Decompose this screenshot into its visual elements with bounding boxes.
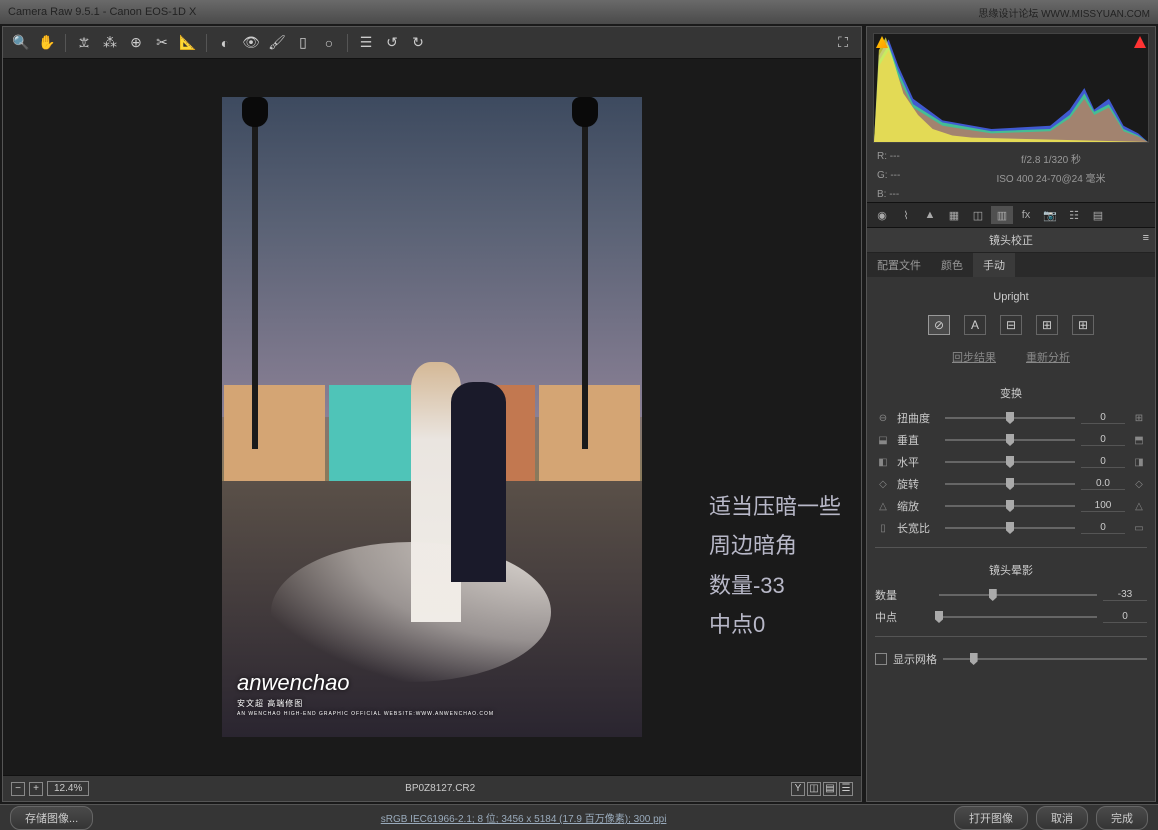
rotate-cw-icon[interactable]: ↻ (406, 31, 430, 55)
upright-level-button[interactable]: ⊟ (1000, 315, 1022, 335)
sub-tabs: 配置文件 颜色 手动 (867, 253, 1155, 277)
zoom-out-button[interactable]: − (11, 782, 25, 796)
compare-before-icon[interactable]: ▤ (823, 782, 837, 796)
zoom-value[interactable]: 12.4% (47, 781, 89, 796)
toolbar: 🔍 ✋ 𖠊 ⁂ ⊕ ✂ 📐 ◐ 👁 🖌 ▯ ○ ☰ ↺ ↻ ⛶ (3, 27, 861, 59)
white-balance-icon[interactable]: 𖠊 (72, 31, 96, 55)
vertical-slider[interactable]: ⬓ 垂直 0 ⬒ (875, 429, 1147, 451)
upright-off-button[interactable]: ⊘ (928, 315, 950, 335)
horizontal-slider[interactable]: ◧ 水平 0 ◨ (875, 451, 1147, 473)
exposure-info: f/2.8 1/320 秒 (957, 151, 1145, 166)
panel-content: Upright ⊘ A ⊟ ⊞ ⊞ 回步结果 重新分析 变换 ⊖ 扭曲度 0 ⊞ (867, 277, 1155, 801)
compare-y-icon[interactable]: Y (791, 782, 805, 796)
redeye-icon[interactable]: 👁 (239, 31, 263, 55)
scale-min-icon: △ (875, 499, 891, 513)
rotate-min-icon: ◇ (875, 477, 891, 491)
show-grid-label: 显示网格 (893, 651, 937, 667)
compare-split-icon[interactable]: ◫ (807, 782, 821, 796)
distortion-min-icon: ⊖ (875, 411, 891, 425)
straighten-icon[interactable]: 📐 (176, 31, 200, 55)
basic-tab-icon[interactable]: ◉ (871, 206, 893, 224)
save-image-button[interactable]: 存储图像... (10, 806, 93, 830)
scale-slider[interactable]: △ 缩放 100 △ (875, 495, 1147, 517)
fullscreen-icon[interactable]: ⛶ (831, 31, 855, 55)
r-value: R: --- (877, 151, 957, 166)
main-area: 🔍 ✋ 𖠊 ⁂ ⊕ ✂ 📐 ◐ 👁 🖌 ▯ ○ ☰ ↺ ↻ ⛶ (0, 24, 1158, 804)
detail-tab-icon[interactable]: ▲ (919, 206, 941, 224)
vignette-midpoint-slider[interactable]: 中点 0 (875, 606, 1147, 628)
panel-tabs: ◉ ⌇ ▲ ▦ ◫ ▥ fx 📷 ☷ ▤ (867, 202, 1155, 228)
distortion-max-icon: ⊞ (1131, 411, 1147, 425)
color-space-info[interactable]: sRGB IEC61966-2.1; 8 位; 3456 x 5184 (17.… (103, 810, 944, 825)
radial-icon[interactable]: ○ (317, 31, 341, 55)
hsl-tab-icon[interactable]: ▦ (943, 206, 965, 224)
zoom-in-button[interactable]: + (29, 782, 43, 796)
rotate-ccw-icon[interactable]: ↺ (380, 31, 404, 55)
presets-tab-icon[interactable]: ☷ (1063, 206, 1085, 224)
scale-max-icon: △ (1131, 499, 1147, 513)
horizontal-min-icon: ◧ (875, 455, 891, 469)
vertical-max-icon: ⬒ (1131, 433, 1147, 447)
settings-icon[interactable]: ☰ (839, 782, 853, 796)
vignette-label: 镜头晕影 (875, 556, 1147, 584)
b-value: B: --- (877, 189, 957, 200)
g-value: G: --- (877, 170, 957, 185)
fx-tab-icon[interactable]: fx (1015, 206, 1037, 224)
reanalyze-link[interactable]: 重新分析 (1026, 349, 1070, 365)
spot-removal-icon[interactable]: ◐ (213, 31, 237, 55)
iso-info: ISO 400 24-70@24 毫米 (957, 170, 1145, 185)
transform-label: 变换 (875, 379, 1147, 407)
gradient-icon[interactable]: ▯ (291, 31, 315, 55)
right-panel: R: --- f/2.8 1/320 秒 G: --- ISO 400 24-7… (866, 26, 1156, 802)
panel-title: 镜头校正 ≡ (867, 228, 1155, 253)
target-adjust-icon[interactable]: ⊕ (124, 31, 148, 55)
panel-menu-icon[interactable]: ≡ (1143, 232, 1149, 244)
upright-full-button[interactable]: ⊞ (1072, 315, 1094, 335)
photo-watermark: anwenchao 安文超 高端修图 AN WENCHAO HIGH-END G… (237, 670, 494, 717)
titlebar: Camera Raw 9.5.1 - Canon EOS-1D X 思缘设计论坛… (0, 0, 1158, 24)
tab-manual[interactable]: 手动 (973, 253, 1015, 277)
aspect-slider[interactable]: ▯ 长宽比 0 ▭ (875, 517, 1147, 539)
rotate-max-icon: ◇ (1131, 477, 1147, 491)
brush-icon[interactable]: 🖌 (265, 31, 289, 55)
site-watermark: 思缘设计论坛 WWW.MISSYUAN.COM (978, 5, 1150, 20)
aspect-min-icon: ▯ (875, 521, 891, 535)
upright-auto-button[interactable]: A (964, 315, 986, 335)
distortion-slider[interactable]: ⊖ 扭曲度 0 ⊞ (875, 407, 1147, 429)
presets-icon[interactable]: ☰ (354, 31, 378, 55)
hand-tool-icon[interactable]: ✋ (35, 31, 59, 55)
split-tab-icon[interactable]: ◫ (967, 206, 989, 224)
done-button[interactable]: 完成 (1096, 806, 1148, 830)
aspect-max-icon: ▭ (1131, 521, 1147, 535)
window-title: Camera Raw 9.5.1 - Canon EOS-1D X (8, 6, 196, 18)
camera-tab-icon[interactable]: 📷 (1039, 206, 1061, 224)
filename-label: BP0Z8127.CR2 (99, 783, 781, 794)
open-image-button[interactable]: 打开图像 (954, 806, 1028, 830)
preview-pane: 🔍 ✋ 𖠊 ⁂ ⊕ ✂ 📐 ◐ 👁 🖌 ▯ ○ ☰ ↺ ↻ ⛶ (2, 26, 862, 802)
bottom-bar: 存储图像... sRGB IEC61966-2.1; 8 位; 3456 x 5… (0, 804, 1158, 830)
tab-profile[interactable]: 配置文件 (867, 253, 931, 277)
upright-label: Upright (875, 285, 1147, 309)
vertical-min-icon: ⬓ (875, 433, 891, 447)
histogram[interactable] (873, 33, 1149, 143)
zoom-tool-icon[interactable]: 🔍 (9, 31, 33, 55)
zoom-bar: − + 12.4% BP0Z8127.CR2 Y ◫ ▤ ☰ (3, 775, 861, 801)
color-sampler-icon[interactable]: ⁂ (98, 31, 122, 55)
upright-vertical-button[interactable]: ⊞ (1036, 315, 1058, 335)
sync-results-link[interactable]: 回步结果 (952, 349, 996, 365)
show-grid-row[interactable]: 显示网格 (875, 645, 1147, 673)
preview-image: anwenchao 安文超 高端修图 AN WENCHAO HIGH-END G… (222, 97, 642, 737)
snapshots-tab-icon[interactable]: ▤ (1087, 206, 1109, 224)
show-grid-checkbox[interactable] (875, 653, 887, 665)
lens-tab-icon[interactable]: ▥ (991, 206, 1013, 224)
vignette-amount-slider[interactable]: 数量 -33 (875, 584, 1147, 606)
tab-color[interactable]: 颜色 (931, 253, 973, 277)
crop-tool-icon[interactable]: ✂ (150, 31, 174, 55)
cancel-button[interactable]: 取消 (1036, 806, 1088, 830)
horizontal-max-icon: ◨ (1131, 455, 1147, 469)
annotation-overlay: 适当压暗一些 周边暗角 数量-33 中点0 (709, 487, 841, 645)
canvas-area[interactable]: anwenchao 安文超 高端修图 AN WENCHAO HIGH-END G… (3, 59, 861, 775)
curve-tab-icon[interactable]: ⌇ (895, 206, 917, 224)
rotate-slider[interactable]: ◇ 旋转 0.0 ◇ (875, 473, 1147, 495)
